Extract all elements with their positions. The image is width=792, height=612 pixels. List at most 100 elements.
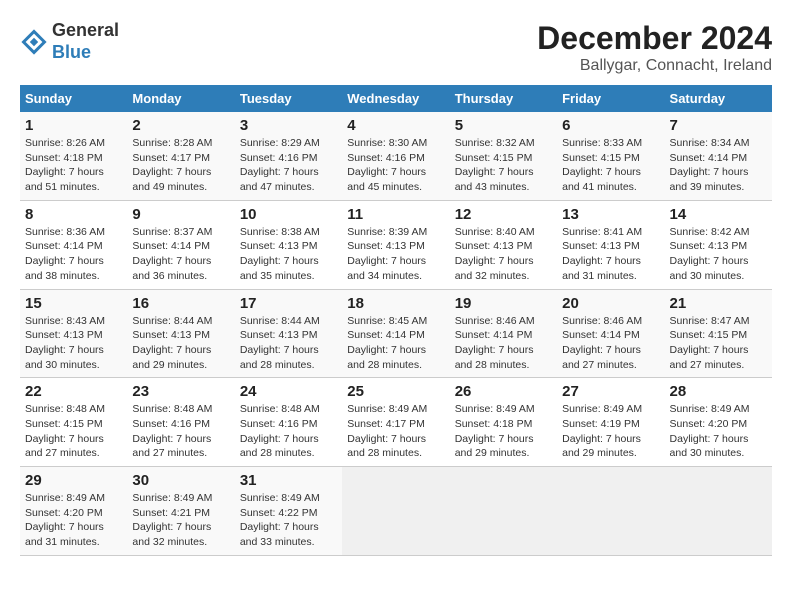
day-info: Sunrise: 8:44 AM Sunset: 4:13 PM Dayligh… [132,314,229,373]
day-number: 6 [562,117,659,134]
day-cell-27: 27 Sunrise: 8:49 AM Sunset: 4:19 PM Dayl… [557,378,664,467]
day-cell-26: 26 Sunrise: 8:49 AM Sunset: 4:18 PM Dayl… [450,378,557,467]
day-info: Sunrise: 8:34 AM Sunset: 4:14 PM Dayligh… [670,136,767,195]
day-number: 5 [455,117,552,134]
day-number: 29 [25,472,122,489]
day-cell-10: 10 Sunrise: 8:38 AM Sunset: 4:13 PM Dayl… [235,200,342,289]
location-title: Ballygar, Connacht, Ireland [537,57,772,75]
table-row: 15 Sunrise: 8:43 AM Sunset: 4:13 PM Dayl… [20,289,772,378]
day-cell-3: 3 Sunrise: 8:29 AM Sunset: 4:16 PM Dayli… [235,112,342,200]
day-number: 24 [240,383,337,400]
day-cell-15: 15 Sunrise: 8:43 AM Sunset: 4:13 PM Dayl… [20,289,127,378]
col-wednesday: Wednesday [342,85,449,112]
table-row: 29 Sunrise: 8:49 AM Sunset: 4:20 PM Dayl… [20,467,772,556]
day-number: 12 [455,206,552,223]
day-number: 21 [670,295,767,312]
day-number: 28 [670,383,767,400]
day-number: 27 [562,383,659,400]
day-cell-4: 4 Sunrise: 8:30 AM Sunset: 4:16 PM Dayli… [342,112,449,200]
day-info: Sunrise: 8:42 AM Sunset: 4:13 PM Dayligh… [670,225,767,284]
day-number: 17 [240,295,337,312]
day-number: 31 [240,472,337,489]
day-info: Sunrise: 8:26 AM Sunset: 4:18 PM Dayligh… [25,136,122,195]
day-info: Sunrise: 8:38 AM Sunset: 4:13 PM Dayligh… [240,225,337,284]
day-info: Sunrise: 8:49 AM Sunset: 4:20 PM Dayligh… [25,491,122,550]
col-sunday: Sunday [20,85,127,112]
empty-cell [557,467,664,556]
day-number: 2 [132,117,229,134]
day-info: Sunrise: 8:28 AM Sunset: 4:17 PM Dayligh… [132,136,229,195]
day-info: Sunrise: 8:49 AM Sunset: 4:21 PM Dayligh… [132,491,229,550]
day-number: 10 [240,206,337,223]
day-number: 19 [455,295,552,312]
day-number: 13 [562,206,659,223]
day-info: Sunrise: 8:41 AM Sunset: 4:13 PM Dayligh… [562,225,659,284]
day-info: Sunrise: 8:49 AM Sunset: 4:20 PM Dayligh… [670,402,767,461]
day-cell-31: 31 Sunrise: 8:49 AM Sunset: 4:22 PM Dayl… [235,467,342,556]
day-info: Sunrise: 8:49 AM Sunset: 4:19 PM Dayligh… [562,402,659,461]
table-row: 8 Sunrise: 8:36 AM Sunset: 4:14 PM Dayli… [20,200,772,289]
day-cell-21: 21 Sunrise: 8:47 AM Sunset: 4:15 PM Dayl… [665,289,772,378]
page-header: General Blue December 2024 Ballygar, Con… [20,20,772,75]
logo: General Blue [20,20,119,63]
day-number: 11 [347,206,444,223]
day-info: Sunrise: 8:32 AM Sunset: 4:15 PM Dayligh… [455,136,552,195]
day-number: 26 [455,383,552,400]
day-info: Sunrise: 8:49 AM Sunset: 4:17 PM Dayligh… [347,402,444,461]
day-cell-19: 19 Sunrise: 8:46 AM Sunset: 4:14 PM Dayl… [450,289,557,378]
day-info: Sunrise: 8:39 AM Sunset: 4:13 PM Dayligh… [347,225,444,284]
day-cell-13: 13 Sunrise: 8:41 AM Sunset: 4:13 PM Dayl… [557,200,664,289]
empty-cell [665,467,772,556]
day-info: Sunrise: 8:36 AM Sunset: 4:14 PM Dayligh… [25,225,122,284]
day-cell-24: 24 Sunrise: 8:48 AM Sunset: 4:16 PM Dayl… [235,378,342,467]
day-cell-29: 29 Sunrise: 8:49 AM Sunset: 4:20 PM Dayl… [20,467,127,556]
day-cell-17: 17 Sunrise: 8:44 AM Sunset: 4:13 PM Dayl… [235,289,342,378]
calendar-table: Sunday Monday Tuesday Wednesday Thursday… [20,85,772,556]
empty-cell [450,467,557,556]
day-number: 20 [562,295,659,312]
day-cell-30: 30 Sunrise: 8:49 AM Sunset: 4:21 PM Dayl… [127,467,234,556]
day-info: Sunrise: 8:40 AM Sunset: 4:13 PM Dayligh… [455,225,552,284]
title-block: December 2024 Ballygar, Connacht, Irelan… [537,20,772,75]
logo-general-text: General [52,20,119,42]
day-number: 23 [132,383,229,400]
day-cell-16: 16 Sunrise: 8:44 AM Sunset: 4:13 PM Dayl… [127,289,234,378]
day-info: Sunrise: 8:30 AM Sunset: 4:16 PM Dayligh… [347,136,444,195]
col-monday: Monday [127,85,234,112]
day-number: 18 [347,295,444,312]
day-info: Sunrise: 8:29 AM Sunset: 4:16 PM Dayligh… [240,136,337,195]
day-number: 16 [132,295,229,312]
day-cell-25: 25 Sunrise: 8:49 AM Sunset: 4:17 PM Dayl… [342,378,449,467]
day-cell-22: 22 Sunrise: 8:48 AM Sunset: 4:15 PM Dayl… [20,378,127,467]
day-number: 22 [25,383,122,400]
day-number: 7 [670,117,767,134]
day-info: Sunrise: 8:47 AM Sunset: 4:15 PM Dayligh… [670,314,767,373]
day-number: 4 [347,117,444,134]
day-info: Sunrise: 8:46 AM Sunset: 4:14 PM Dayligh… [455,314,552,373]
day-number: 25 [347,383,444,400]
day-info: Sunrise: 8:45 AM Sunset: 4:14 PM Dayligh… [347,314,444,373]
day-info: Sunrise: 8:48 AM Sunset: 4:16 PM Dayligh… [240,402,337,461]
calendar-header-row: Sunday Monday Tuesday Wednesday Thursday… [20,85,772,112]
col-friday: Friday [557,85,664,112]
day-number: 1 [25,117,122,134]
table-row: 22 Sunrise: 8:48 AM Sunset: 4:15 PM Dayl… [20,378,772,467]
day-cell-9: 9 Sunrise: 8:37 AM Sunset: 4:14 PM Dayli… [127,200,234,289]
day-cell-7: 7 Sunrise: 8:34 AM Sunset: 4:14 PM Dayli… [665,112,772,200]
day-cell-2: 2 Sunrise: 8:28 AM Sunset: 4:17 PM Dayli… [127,112,234,200]
day-number: 30 [132,472,229,489]
day-cell-12: 12 Sunrise: 8:40 AM Sunset: 4:13 PM Dayl… [450,200,557,289]
day-info: Sunrise: 8:49 AM Sunset: 4:22 PM Dayligh… [240,491,337,550]
day-info: Sunrise: 8:37 AM Sunset: 4:14 PM Dayligh… [132,225,229,284]
empty-cell [342,467,449,556]
day-info: Sunrise: 8:46 AM Sunset: 4:14 PM Dayligh… [562,314,659,373]
day-info: Sunrise: 8:49 AM Sunset: 4:18 PM Dayligh… [455,402,552,461]
day-number: 3 [240,117,337,134]
logo-icon [20,28,48,56]
day-info: Sunrise: 8:48 AM Sunset: 4:15 PM Dayligh… [25,402,122,461]
table-row: 1 Sunrise: 8:26 AM Sunset: 4:18 PM Dayli… [20,112,772,200]
day-number: 14 [670,206,767,223]
day-cell-8: 8 Sunrise: 8:36 AM Sunset: 4:14 PM Dayli… [20,200,127,289]
col-saturday: Saturday [665,85,772,112]
day-cell-5: 5 Sunrise: 8:32 AM Sunset: 4:15 PM Dayli… [450,112,557,200]
